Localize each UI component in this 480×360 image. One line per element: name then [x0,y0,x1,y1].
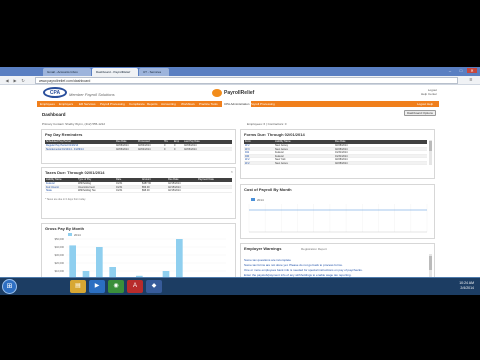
explorer-icon[interactable]: ▤ [70,280,86,293]
taxes-due-title: Taxes Due: Through 02/01/2014 [45,170,105,175]
pdf-icon[interactable]: A [127,280,143,293]
table-cell[interactable]: W-2 [245,162,275,165]
dashboard-options-button[interactable]: Dashboard Options [404,110,436,116]
registration-report-link[interactable]: Registration Report [301,247,327,251]
y-tick-label: $20,000 [55,261,65,265]
close-window-button[interactable]: ✕ [467,68,477,73]
payrollrelief-logo-icon [212,89,222,97]
forms-due-scrollbar[interactable] [429,140,432,165]
taxes-due-note: * Taxes are due in 0 days from today [45,198,86,201]
table-row[interactable]: W-2 New Jersey 02/28/2014 [244,161,427,165]
page-title: Dashboard [42,112,66,117]
table-cell: 01/31 [116,189,123,192]
taxes-due-table: Liability Name Type of Pay Date Amount Due D… [45,178,232,193]
reload-icon[interactable]: ↻ [20,78,26,83]
product-name: PayrollRelief [224,90,255,96]
user-links[interactable]: Logout Help Center [421,88,437,96]
cost-of-payroll-title: Cost of Payroll By Month [244,187,292,192]
table-cell: 02/06/2014 [184,147,197,151]
brand-tagline: Member Payroll Solutions [69,92,115,97]
app-header: CPA Member Payroll Solutions PayrollReli… [0,85,480,101]
minimize-button[interactable]: – [445,68,455,73]
table-cell: 0 [164,147,166,151]
table-cell: 0 [174,147,176,151]
browser-tab-dashboard[interactable]: Dashboard - PayrollRelief [92,68,138,76]
screen: Gmail - Accounts Inbox Dashboard - Payro… [0,0,480,360]
back-icon[interactable]: ◀ [4,78,10,83]
primary-contact: Primary Contact: Shelby Wynn, (412) 555-… [42,122,106,126]
clock-date[interactable]: 2/4/2014 [459,286,474,291]
legend-swatch [68,233,72,236]
browser-window: Gmail - Accounts Inbox Dashboard - Payro… [0,67,480,295]
forms-due-table: Form Liability Name Due Date W-2 New Jersey… [244,140,427,165]
browser-tab-services[interactable]: UT - Services [139,68,169,76]
warning-item[interactable]: Some tax forms are not done yet. Please … [244,263,343,267]
employer-warnings-title: Employer Warnings [244,246,282,251]
table-row[interactable]: Supplemental 01/14/14 - 01/29/14 02/06/20… [45,147,232,151]
employee-count: Employees: 6 | Contractors: 0 [247,122,287,126]
pay-day-reminders-panel: Pay Day Reminders Scheduled Pay Period Du… [41,129,236,164]
scroll-thumb[interactable] [429,141,432,151]
start-button[interactable]: ⊞ [2,279,17,294]
cost-of-payroll-panel: Cost of Payroll By Month 2014 [240,184,435,239]
legend-label: 2014 [74,233,81,237]
media-player-icon[interactable]: ▶ [89,280,105,293]
browser-menu-icon[interactable]: ≡ [467,77,475,84]
table-cell[interactable]: Supplemental 01/14/14 - 01/29/14 [46,148,116,151]
table-cell: 02/06/2014 [116,147,129,151]
gross-pay-title: Gross Pay By Month [45,226,85,231]
browser-tab-gmail[interactable]: Gmail - Accounts Inbox [43,68,91,76]
help-center-link[interactable]: Help Center [421,92,437,96]
forms-due-title: Forms Due: Through 02/01/2014 [244,132,305,137]
taskbar: ⊞ ▤ ▶ ◉ A ◆ 10:24 AM 2/4/2014 [0,277,480,295]
forms-due-panel: Forms Due: Through 02/01/2014 Form Liabil… [240,129,435,179]
cost-of-payroll-chart: 2014 [248,198,428,233]
close-icon[interactable]: × [231,169,233,174]
table-row[interactable]: State Withholding Tax 01/31 $98.00 02/15/201… [45,189,232,193]
address-bar[interactable]: www.payrollrelief.com/dashboard [35,77,458,84]
pay-day-table: Scheduled Pay Period Due Date Processed Hrs… [45,140,232,151]
bar [96,247,103,279]
pay-day-reminders-title: Pay Day Reminders [45,132,83,137]
browser-tab-bar: Gmail - Accounts Inbox Dashboard - Payro… [0,67,480,76]
scroll-thumb[interactable] [429,256,432,270]
table-cell: New Jersey [275,161,289,165]
network-icon[interactable]: ◆ [146,280,162,293]
y-tick-label: $10,000 [55,269,65,273]
chrome-icon[interactable]: ◉ [108,280,124,293]
table-cell: 02/28/2014 [335,161,348,165]
y-tick-label: $40,000 [55,245,65,249]
dashboard: Dashboard Dashboard Options Primary Cont… [37,107,439,295]
table-cell: Withholding Tax [78,189,96,192]
maximize-button[interactable]: □ [456,68,466,73]
y-tick-label: $30,000 [55,253,65,257]
forward-icon[interactable]: ▶ [12,78,18,83]
legend-label: 2014 [257,198,264,202]
table-cell: 02/04/2014 [138,147,151,151]
warning-item[interactable]: One or more employees bank info is neede… [244,268,363,272]
table-cell[interactable]: State [46,189,78,192]
y-tick-label: $50,000 [55,237,65,241]
table-cell: 02/15/2014 [168,189,181,192]
browser-toolbar: ◀ ▶ ↻ www.payrollrelief.com/dashboard ≡ [0,76,480,85]
bar [176,239,183,279]
taxes-due-panel: Taxes Due: Through 02/01/2014 × Liabilit… [41,167,236,219]
legend-swatch [251,198,255,201]
table-cell: $98.00 [142,189,150,192]
warning-item[interactable]: Some tax questions are incomplete [244,258,291,262]
company-logo[interactable]: CPA [43,87,67,98]
bar [69,245,76,279]
system-tray: 10:24 AM 2/4/2014 [459,281,474,291]
